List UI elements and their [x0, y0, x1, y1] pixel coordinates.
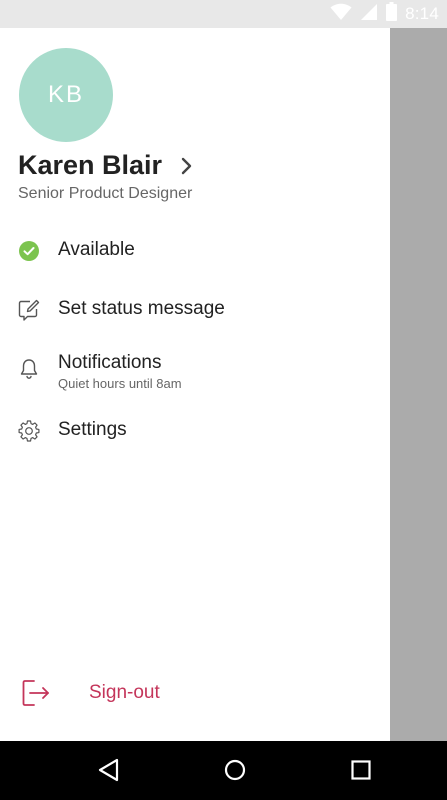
drawer-scrim[interactable]	[390, 28, 447, 741]
profile-name: Karen Blair	[18, 150, 163, 180]
back-icon[interactable]	[96, 757, 122, 783]
system-nav-bar	[0, 741, 447, 800]
menu-text: Settings	[58, 419, 127, 441]
profile-link[interactable]: Karen Blair	[18, 150, 194, 181]
sign-out-button[interactable]: Sign-out	[0, 670, 390, 716]
menu-text: Available	[58, 239, 135, 261]
menu-sublabel: Quiet hours until 8am	[58, 376, 182, 391]
sign-out-icon	[20, 678, 52, 708]
status-icons: 8:14	[330, 0, 439, 28]
status-time: 8:14	[405, 4, 439, 23]
menu-item-notifications[interactable]: Notifications Quiet hours until 8am	[0, 350, 390, 394]
menu-label: Set status message	[58, 298, 225, 319]
bell-icon	[18, 358, 40, 380]
chevron-right-icon	[180, 157, 194, 175]
edit-status-icon	[18, 299, 40, 321]
menu-item-settings[interactable]: Settings	[0, 416, 390, 446]
recents-icon[interactable]	[348, 757, 374, 783]
menu-label: Notifications	[58, 352, 162, 373]
avatar[interactable]: KB	[19, 48, 113, 142]
menu-item-available[interactable]: Available	[0, 236, 390, 266]
battery-icon	[386, 2, 398, 26]
sign-out-label: Sign-out	[89, 682, 160, 703]
status-bar: 8:14	[0, 0, 447, 28]
avatar-initials: KB	[47, 81, 84, 108]
profile-title: Senior Product Designer	[18, 185, 193, 202]
menu-item-set-status[interactable]: Set status message	[0, 295, 390, 325]
wifi-icon	[330, 3, 352, 26]
navigation-drawer: KB Karen Blair Senior Product Designer A…	[0, 28, 390, 741]
gear-icon	[18, 420, 40, 442]
menu-label: Available	[58, 239, 135, 260]
signal-icon	[360, 3, 378, 26]
menu-text: Set status message	[58, 298, 225, 320]
home-icon[interactable]	[222, 757, 248, 783]
menu-text: Notifications Quiet hours until 8am	[58, 352, 182, 391]
menu-label: Settings	[58, 419, 127, 440]
screen: 8:14 KB Karen Blair Senior Product Desig…	[0, 0, 447, 800]
available-check-icon	[18, 240, 40, 262]
